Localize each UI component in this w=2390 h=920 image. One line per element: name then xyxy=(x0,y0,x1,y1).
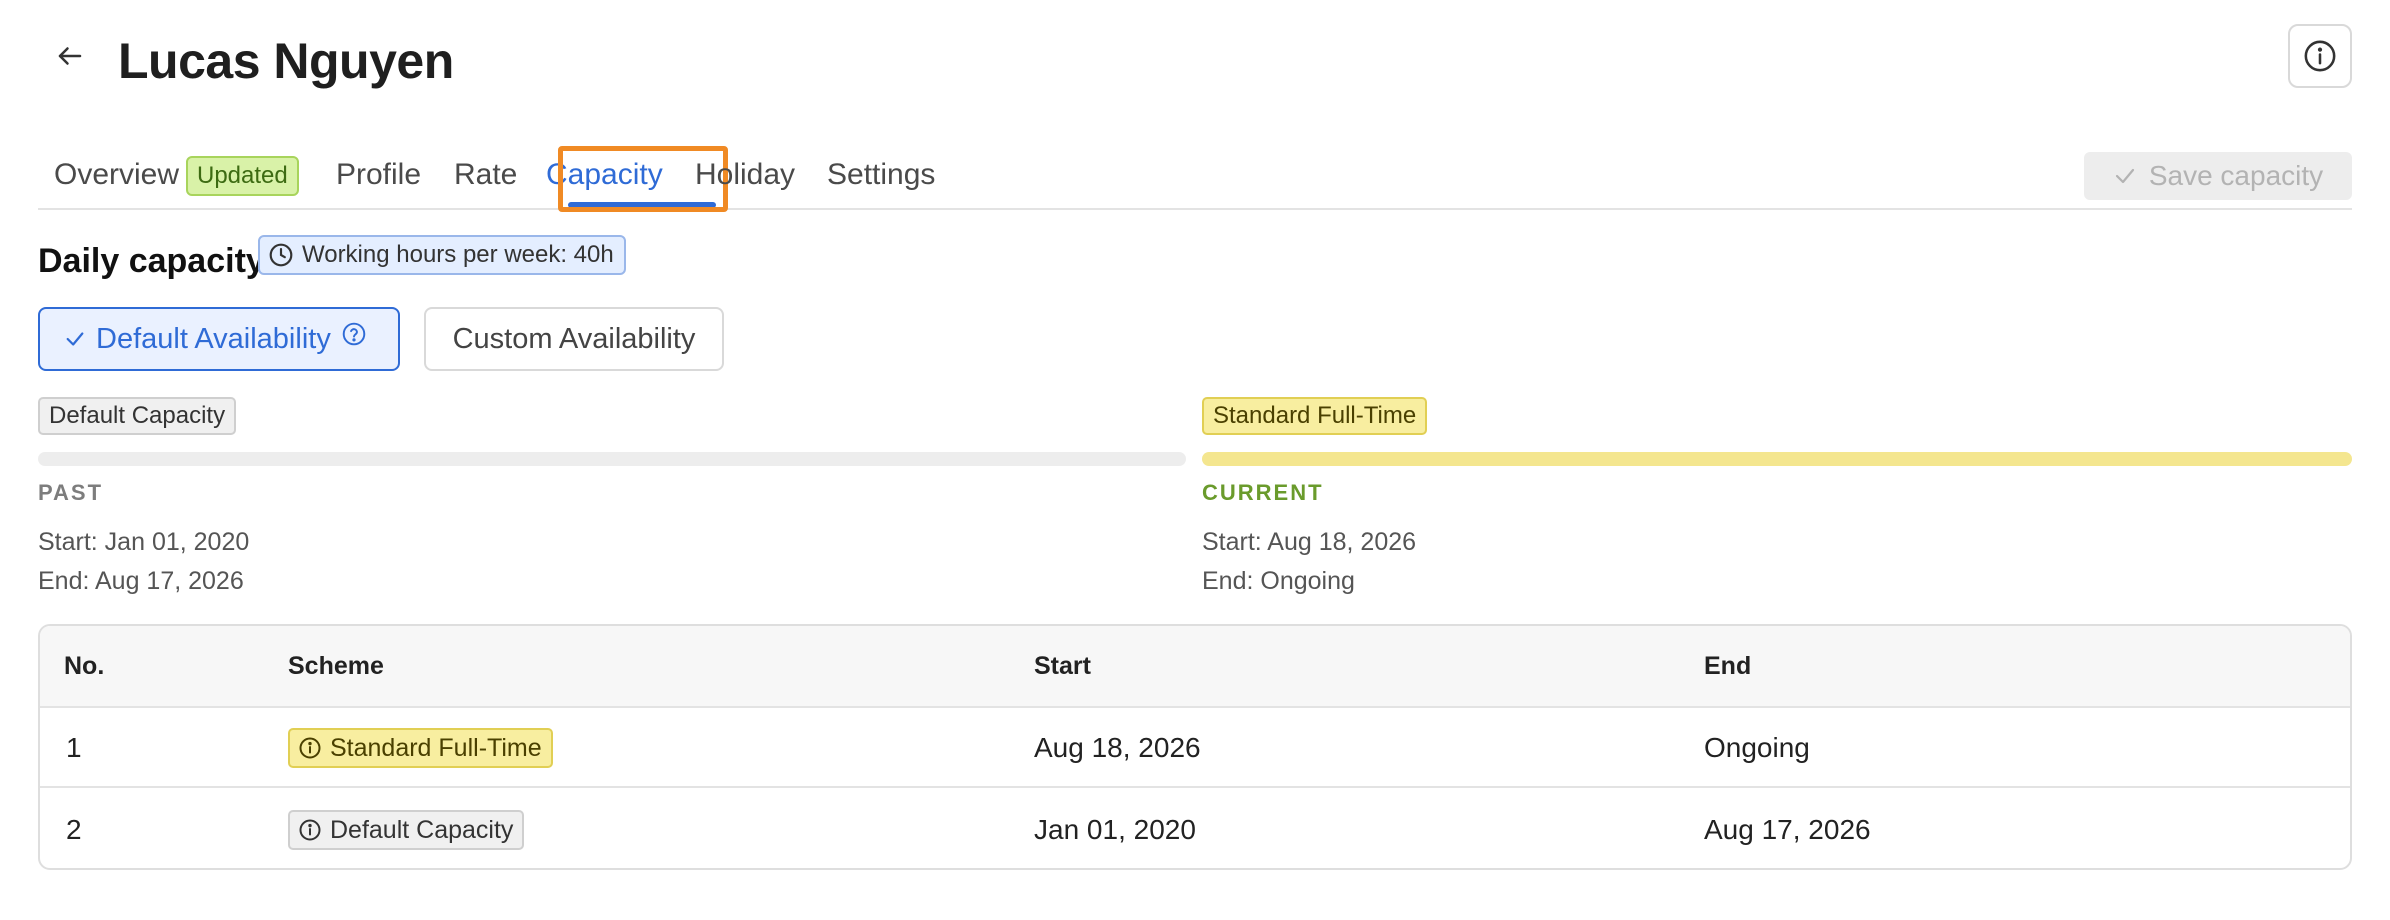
scheme-chip[interactable]: Standard Full-Time xyxy=(288,728,553,768)
default-availability-label: Default Availability xyxy=(96,322,331,355)
arrow-left-icon xyxy=(58,47,82,65)
current-start-date: Start: Aug 18, 2026 xyxy=(1202,528,1417,556)
tab-capacity[interactable]: Capacity xyxy=(546,158,663,192)
current-phase-label: CURRENT xyxy=(1202,480,1324,505)
save-capacity-label: Save capacity xyxy=(2148,160,2324,191)
tab-holiday[interactable]: Holiday xyxy=(695,158,795,192)
row-number: 2 xyxy=(66,814,82,845)
back-button[interactable] xyxy=(52,38,88,74)
updated-badge: Updated xyxy=(186,156,299,196)
column-header-scheme: Scheme xyxy=(288,652,384,680)
past-start-date: Start: Jan 01, 2020 xyxy=(38,528,250,556)
capacity-table: No. Scheme Start End 1 Standard Full-Tim… xyxy=(38,624,2352,870)
help-circle-icon[interactable] xyxy=(341,321,367,347)
page-title: Lucas Nguyen xyxy=(118,33,454,89)
check-icon xyxy=(66,332,84,346)
row-number: 1 xyxy=(66,732,82,763)
tab-rate[interactable]: Rate xyxy=(454,158,517,192)
clock-icon xyxy=(269,243,293,267)
info-circle-icon xyxy=(299,819,321,841)
default-availability-button[interactable]: Default Availability xyxy=(38,307,400,371)
current-end-date: End: Ongoing xyxy=(1202,567,1355,595)
tab-profile[interactable]: Profile xyxy=(336,158,421,192)
tab-settings[interactable]: Settings xyxy=(827,158,935,192)
table-row[interactable]: 2 Default Capacity Jan 01, 2020 Aug 17, … xyxy=(40,790,2350,868)
check-icon xyxy=(2115,168,2134,184)
active-tab-indicator xyxy=(568,202,716,208)
start-date-cell: Aug 18, 2026 xyxy=(1034,732,1201,763)
table-row[interactable]: 1 Standard Full-Time Aug 18, 2026 Ongoin… xyxy=(40,708,2350,788)
current-timeline-bar xyxy=(1202,452,2352,466)
info-circle-icon xyxy=(299,737,321,759)
scheme-name: Default Capacity xyxy=(330,815,514,844)
column-header-no: No. xyxy=(64,652,105,680)
current-scheme-chip: Standard Full-Time xyxy=(1202,397,1428,435)
end-date-cell: Aug 17, 2026 xyxy=(1704,814,1871,845)
past-scheme-chip: Default Capacity xyxy=(38,397,237,435)
save-capacity-button[interactable]: Save capacity xyxy=(2084,152,2352,200)
page: Lucas Nguyen Overview Updated Profile Ra… xyxy=(0,0,2390,920)
past-phase-label: PAST xyxy=(38,480,104,505)
scheme-chip[interactable]: Default Capacity xyxy=(288,810,525,850)
column-header-end: End xyxy=(1704,652,1752,680)
custom-availability-button[interactable]: Custom Availability xyxy=(424,307,724,371)
tab-overview[interactable]: Overview xyxy=(54,158,179,192)
table-header: No. Scheme Start End xyxy=(40,626,2350,708)
info-button[interactable] xyxy=(2288,24,2352,88)
start-date-cell: Jan 01, 2020 xyxy=(1034,814,1196,845)
past-end-date: End: Aug 17, 2026 xyxy=(38,567,244,595)
working-hours-text: Working hours per week: 40h xyxy=(302,241,614,268)
column-header-start: Start xyxy=(1034,652,1091,680)
working-hours-badge: Working hours per week: 40h xyxy=(258,235,626,275)
end-date-cell: Ongoing xyxy=(1704,732,1810,763)
info-circle-icon xyxy=(2304,40,2336,72)
past-timeline-bar xyxy=(38,452,1186,466)
section-title: Daily capacity xyxy=(38,242,265,280)
scheme-name: Standard Full-Time xyxy=(330,733,542,762)
tab-bar: Overview Updated Profile Rate Capacity H… xyxy=(38,146,2352,212)
